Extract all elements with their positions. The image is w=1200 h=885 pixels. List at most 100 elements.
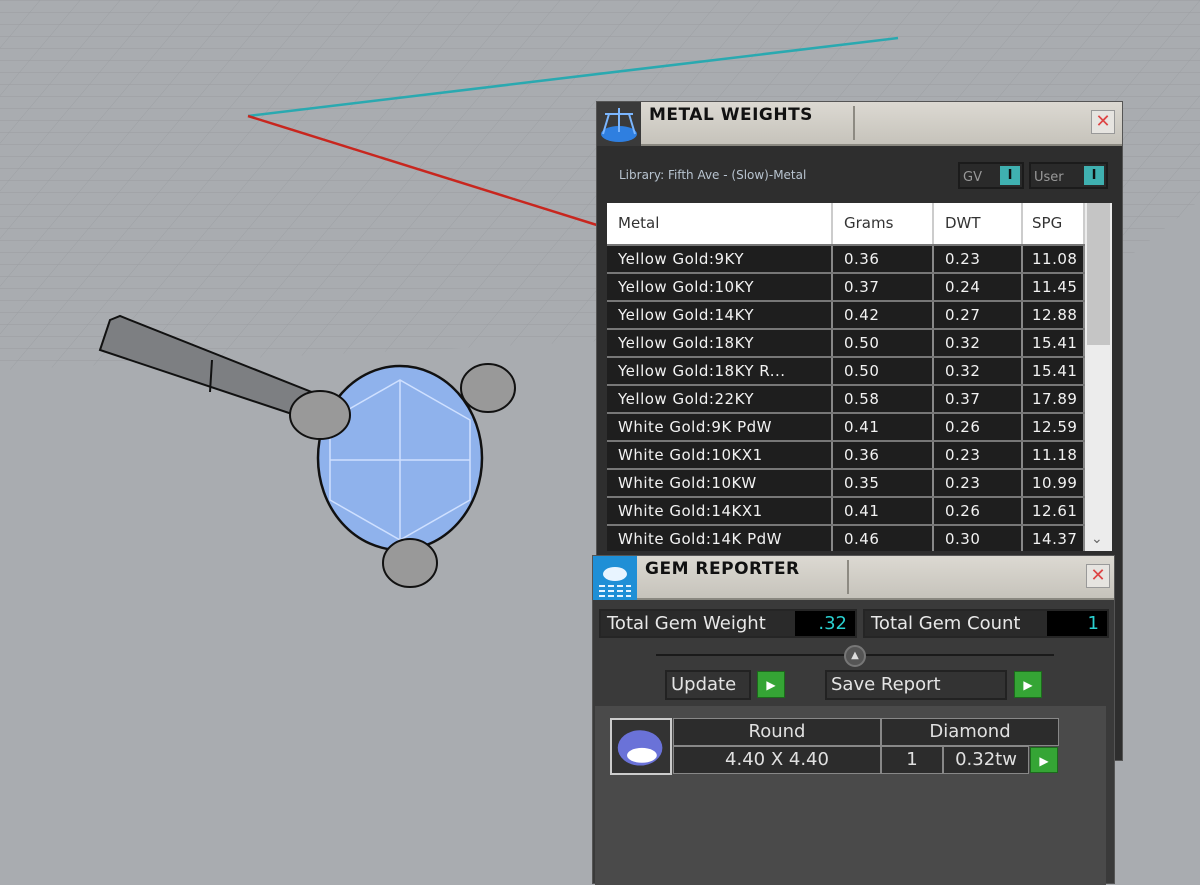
column-header-spg[interactable]: SPG — [1023, 203, 1085, 244]
chevron-down-icon[interactable]: ⌄ — [1091, 531, 1103, 547]
gem-thumbnail[interactable] — [610, 718, 672, 775]
cell-dwt: 0.26 — [934, 414, 1023, 440]
scrollbar-thumb[interactable] — [1087, 203, 1110, 345]
cell-grams: 0.58 — [833, 386, 934, 412]
gem-report-icon — [593, 556, 637, 600]
prong — [289, 390, 351, 440]
metal-table: Metal Grams DWT SPG Yellow Gold:9KY 0.36 0… — [607, 203, 1112, 551]
cell-grams: 0.36 — [833, 246, 934, 272]
cell-dwt: 0.37 — [934, 386, 1023, 412]
save-report-go-button[interactable]: ▶ — [1014, 671, 1042, 698]
table-header: Metal Grams DWT SPG — [607, 203, 1085, 244]
scrollbar[interactable]: ⌄ — [1085, 203, 1112, 551]
total-gem-count-field: Total Gem Count 1 — [863, 609, 1109, 638]
cell-spg: 12.59 — [1023, 414, 1085, 440]
collapse-toggle[interactable]: ▲ — [844, 645, 866, 667]
prong — [460, 363, 516, 413]
cell-dwt: 0.32 — [934, 358, 1023, 384]
cell-metal: Yellow Gold:14KY — [607, 302, 833, 328]
cell-spg: 17.89 — [1023, 386, 1085, 412]
cell-dwt: 0.23 — [934, 246, 1023, 272]
panel-title: METAL WEIGHTS — [649, 105, 813, 125]
cell-metal: Yellow Gold:22KY — [607, 386, 833, 412]
table-row[interactable]: White Gold:10KW 0.35 0.23 10.99 — [607, 468, 1085, 496]
cell-dwt: 0.23 — [934, 442, 1023, 468]
cell-spg: 11.08 — [1023, 246, 1085, 272]
divider — [847, 560, 849, 594]
save-report-button[interactable]: Save Report — [825, 670, 1007, 700]
ring-model — [98, 314, 516, 588]
library-label: Library: Fifth Ave - (Slow)-Metal — [619, 168, 807, 182]
table-row[interactable]: Yellow Gold:18KY R... 0.50 0.32 15.41 — [607, 356, 1085, 384]
cell-metal: Yellow Gold:18KY — [607, 330, 833, 356]
scale-icon — [597, 102, 641, 146]
table-row[interactable]: Yellow Gold:22KY 0.58 0.37 17.89 — [607, 384, 1085, 412]
cell-spg: 15.41 — [1023, 330, 1085, 356]
cell-grams: 0.50 — [833, 358, 934, 384]
cell-spg: 11.45 — [1023, 274, 1085, 300]
divider — [853, 106, 855, 140]
column-header-metal[interactable]: Metal — [607, 203, 833, 244]
total-gem-weight-field: Total Gem Weight .32 — [599, 609, 857, 638]
cell-spg: 10.99 — [1023, 470, 1085, 496]
table-row[interactable]: Yellow Gold:18KY 0.50 0.32 15.41 — [607, 328, 1085, 356]
cell-metal: Yellow Gold:18KY R... — [607, 358, 833, 384]
table-row[interactable]: White Gold:14K PdW 0.46 0.30 14.37 — [607, 524, 1085, 551]
table-row[interactable]: Yellow Gold:9KY 0.36 0.23 11.08 — [607, 244, 1085, 272]
cell-metal: Yellow Gold:10KY — [607, 274, 833, 300]
close-button[interactable]: ✕ — [1086, 564, 1110, 588]
gem-material: Diamond — [881, 718, 1059, 746]
cell-dwt: 0.27 — [934, 302, 1023, 328]
cell-spg: 11.18 — [1023, 442, 1085, 468]
cell-spg: 12.61 — [1023, 498, 1085, 524]
cell-grams: 0.41 — [833, 498, 934, 524]
cell-grams: 0.36 — [833, 442, 934, 468]
cell-grams: 0.42 — [833, 302, 934, 328]
label: Total Gem Weight — [607, 613, 766, 634]
gv-toggle[interactable]: GV I — [958, 162, 1024, 189]
prong — [382, 538, 438, 588]
table-row[interactable]: White Gold:10KX1 0.36 0.23 11.18 — [607, 440, 1085, 468]
table-row[interactable]: White Gold:9K PdW 0.41 0.26 12.59 — [607, 412, 1085, 440]
toggle-switch[interactable]: I — [1084, 166, 1104, 185]
table-row[interactable]: Yellow Gold:10KY 0.37 0.24 11.45 — [607, 272, 1085, 300]
cell-grams: 0.41 — [833, 414, 934, 440]
toggle-label: User — [1034, 170, 1064, 185]
cell-grams: 0.37 — [833, 274, 934, 300]
cell-spg: 12.88 — [1023, 302, 1085, 328]
gem-count: 1 — [881, 746, 943, 774]
cell-metal: White Gold:14K PdW — [607, 526, 833, 551]
close-button[interactable]: ✕ — [1091, 110, 1115, 134]
cell-metal: Yellow Gold:9KY — [607, 246, 833, 272]
toggle-switch[interactable]: I — [1000, 166, 1020, 185]
cell-metal: White Gold:14KX1 — [607, 498, 833, 524]
cell-dwt: 0.32 — [934, 330, 1023, 356]
gem-weight: 0.32tw — [943, 746, 1029, 774]
table-row[interactable]: Yellow Gold:14KY 0.42 0.27 12.88 — [607, 300, 1085, 328]
update-button[interactable]: Update — [665, 670, 751, 700]
metal-weights-titlebar[interactable]: METAL WEIGHTS ✕ — [597, 102, 1122, 146]
cell-metal: White Gold:10KW — [607, 470, 833, 496]
label: Total Gem Count — [871, 613, 1021, 634]
value: .32 — [795, 611, 855, 636]
column-header-dwt[interactable]: DWT — [934, 203, 1023, 244]
gem-shape: Round — [673, 718, 881, 746]
gem-reporter-panel: GEM REPORTER ✕ Total Gem Weight .32 Total… — [592, 555, 1115, 885]
cell-grams: 0.46 — [833, 526, 934, 551]
cell-dwt: 0.26 — [934, 498, 1023, 524]
cell-metal: White Gold:9K PdW — [607, 414, 833, 440]
user-toggle[interactable]: User I — [1029, 162, 1108, 189]
cell-spg: 14.37 — [1023, 526, 1085, 551]
cell-grams: 0.50 — [833, 330, 934, 356]
value: 1 — [1047, 611, 1107, 636]
column-header-grams[interactable]: Grams — [833, 203, 934, 244]
update-go-button[interactable]: ▶ — [757, 671, 785, 698]
gem-reporter-titlebar[interactable]: GEM REPORTER ✕ — [593, 556, 1114, 600]
gem-go-button[interactable]: ▶ — [1030, 747, 1058, 773]
gem-size: 4.40 X 4.40 — [673, 746, 881, 774]
cell-metal: White Gold:10KX1 — [607, 442, 833, 468]
cell-dwt: 0.23 — [934, 470, 1023, 496]
gem-list: Round Diamond 4.40 X 4.40 1 0.32tw ▶ — [595, 706, 1106, 885]
cell-dwt: 0.30 — [934, 526, 1023, 551]
table-row[interactable]: White Gold:14KX1 0.41 0.26 12.61 — [607, 496, 1085, 524]
